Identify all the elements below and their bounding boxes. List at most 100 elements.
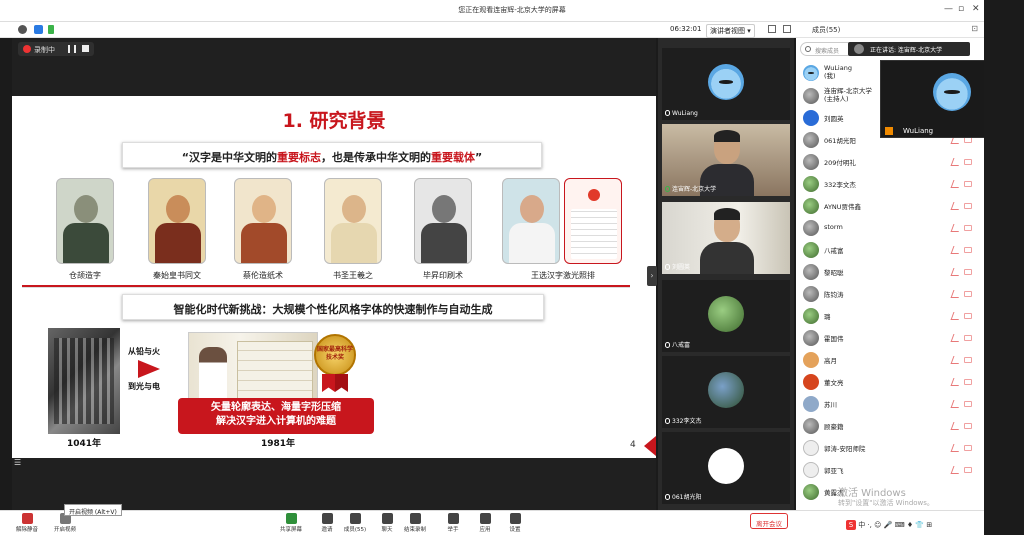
- member-name: 332李文杰: [824, 181, 856, 189]
- member-row[interactable]: 八戒富: [796, 239, 978, 261]
- share-screen-button[interactable]: 共享屏幕: [274, 513, 308, 533]
- member-row[interactable]: 璐: [796, 305, 978, 327]
- title-bar: 您正在观看连宙辉-北京大学的屏幕 — ▫ ✕: [0, 0, 1024, 22]
- member-row[interactable]: AYNU贾伟鑫: [796, 195, 978, 217]
- member-row[interactable]: 高月: [796, 349, 978, 371]
- video-name: 061胡光阳: [665, 492, 701, 501]
- mic-muted-icon[interactable]: [950, 466, 962, 474]
- camera-off-icon[interactable]: [964, 379, 972, 385]
- member-row[interactable]: 顾豪籍: [796, 415, 978, 437]
- member-row[interactable]: 332李文杰: [796, 173, 978, 195]
- fullscreen-icon[interactable]: [783, 25, 791, 33]
- settings-button[interactable]: 设置: [498, 513, 532, 533]
- ime-toolbar[interactable]: S 中 ·, ☺ 🎤 ⌨ ♦ 👕 ⊞: [846, 520, 933, 530]
- camera-off-icon[interactable]: [964, 269, 972, 275]
- pause-recording-icon[interactable]: [68, 45, 76, 53]
- mic-muted-icon[interactable]: [950, 422, 962, 430]
- members-button[interactable]: 成员(55): [338, 513, 372, 533]
- member-name: storm: [824, 223, 843, 231]
- mic-muted-icon[interactable]: [950, 180, 962, 188]
- member-search-input[interactable]: 搜索成员: [800, 42, 854, 56]
- end-recording-button[interactable]: 结束录制: [398, 513, 432, 533]
- self-name: WuLiang: [903, 127, 934, 135]
- camera-off-icon[interactable]: [964, 203, 972, 209]
- share-screen-icon: [285, 513, 297, 524]
- info-icon[interactable]: [18, 25, 27, 34]
- slide-page-number: 4: [630, 440, 636, 450]
- close-icon[interactable]: ✕: [972, 4, 980, 14]
- quote-highlight-2: 重要载体: [431, 151, 475, 164]
- member-row[interactable]: 董文亮: [796, 371, 978, 393]
- to-light-label: 到光与电: [128, 382, 160, 391]
- stop-recording-icon[interactable]: [82, 45, 89, 52]
- collapse-video-handle[interactable]: ›: [647, 266, 657, 286]
- camera-off-icon[interactable]: [964, 401, 972, 407]
- video-tile[interactable]: 连宙辉-北京大学: [662, 124, 790, 196]
- video-tile[interactable]: 刘圆英: [662, 202, 790, 274]
- mic-muted-icon[interactable]: [950, 356, 962, 364]
- camera-off-icon[interactable]: [964, 291, 972, 297]
- leave-meeting-button[interactable]: 离开会议: [750, 513, 788, 529]
- achievement-line-1: 矢量轮廓表达、海量字形压缩: [211, 402, 341, 413]
- mic-muted-icon[interactable]: [950, 312, 962, 320]
- minimize-icon[interactable]: —: [944, 4, 953, 14]
- maximize-icon[interactable]: ▫: [958, 4, 964, 14]
- mic-muted-icon[interactable]: [950, 224, 962, 232]
- mic-muted-icon[interactable]: [950, 158, 962, 166]
- meeting-timer: 06:32:01: [670, 25, 702, 33]
- member-row[interactable]: 黎昭聪: [796, 261, 978, 283]
- self-video-preview[interactable]: WuLiang: [880, 60, 994, 138]
- mic-muted-icon[interactable]: [950, 378, 962, 386]
- camera-off-icon[interactable]: [964, 159, 972, 165]
- video-tile[interactable]: 332李文杰: [662, 356, 790, 428]
- camera-off-icon[interactable]: [964, 423, 972, 429]
- year-1041-label: 1041年: [66, 439, 102, 449]
- member-name: 209付明礼: [824, 159, 856, 167]
- medal-text: 国家最高科学技术奖: [316, 346, 353, 361]
- camera-off-icon[interactable]: [964, 181, 972, 187]
- portrait-cailun: [234, 178, 292, 264]
- video-name: WuLiang: [665, 110, 698, 117]
- member-row[interactable]: 郭亚飞: [796, 459, 978, 481]
- camera-off-icon[interactable]: [964, 445, 972, 451]
- member-name: 郭亚飞: [824, 467, 844, 475]
- camera-off-icon[interactable]: [964, 225, 972, 231]
- video-tile[interactable]: 八戒富: [662, 280, 790, 352]
- camera-off-icon[interactable]: [964, 357, 972, 363]
- member-row[interactable]: storm: [796, 217, 978, 239]
- record-dot-icon: [23, 45, 31, 53]
- mic-muted-icon[interactable]: [950, 400, 962, 408]
- mic-muted-icon[interactable]: [950, 202, 962, 210]
- mic-muted-icon[interactable]: [950, 334, 962, 342]
- member-row[interactable]: 苏川: [796, 393, 978, 415]
- member-row[interactable]: 郭涛-安阳师院: [796, 437, 978, 459]
- video-tile[interactable]: 061胡光阳: [662, 432, 790, 504]
- mic-muted-icon[interactable]: [950, 268, 962, 276]
- list-icon[interactable]: ☰: [14, 458, 28, 470]
- member-row[interactable]: 209付明礼: [796, 151, 978, 173]
- avatar: [708, 448, 744, 484]
- video-tile[interactable]: WuLiang: [662, 48, 790, 120]
- camera-off-icon[interactable]: [964, 335, 972, 341]
- layout-icon[interactable]: [768, 25, 776, 33]
- raise-hand-button[interactable]: 举手: [436, 513, 470, 533]
- member-row[interactable]: 陈钧涛: [796, 283, 978, 305]
- view-mode-dropdown[interactable]: 演讲者视图 ▾: [706, 24, 755, 38]
- unmute-button[interactable]: 解除静音: [10, 513, 44, 533]
- camera-off-icon[interactable]: [964, 467, 972, 473]
- camera-off-icon[interactable]: [964, 313, 972, 319]
- app-window: 您正在观看连宙辉-北京大学的屏幕 — ▫ ✕ 06:32:01 演讲者视图 ▾ …: [0, 0, 1024, 535]
- member-row[interactable]: 霍国伟: [796, 327, 978, 349]
- panel-close-icon[interactable]: ⊡: [971, 24, 978, 33]
- camera-off-icon[interactable]: [964, 247, 972, 253]
- start-video-button[interactable]: 开启视频: [48, 513, 82, 533]
- avatar: [803, 88, 819, 104]
- apps-button[interactable]: 应用: [468, 513, 502, 533]
- achievement-line-2: 解决汉字进入计算机的难题: [216, 416, 336, 427]
- mic-muted-icon[interactable]: [950, 246, 962, 254]
- shield-icon[interactable]: [34, 25, 43, 34]
- caption-bisheng: 毕昇印刷术: [423, 271, 463, 280]
- member-name: 陈钧涛: [824, 291, 844, 299]
- mic-muted-icon[interactable]: [950, 290, 962, 298]
- mic-muted-icon[interactable]: [950, 444, 962, 452]
